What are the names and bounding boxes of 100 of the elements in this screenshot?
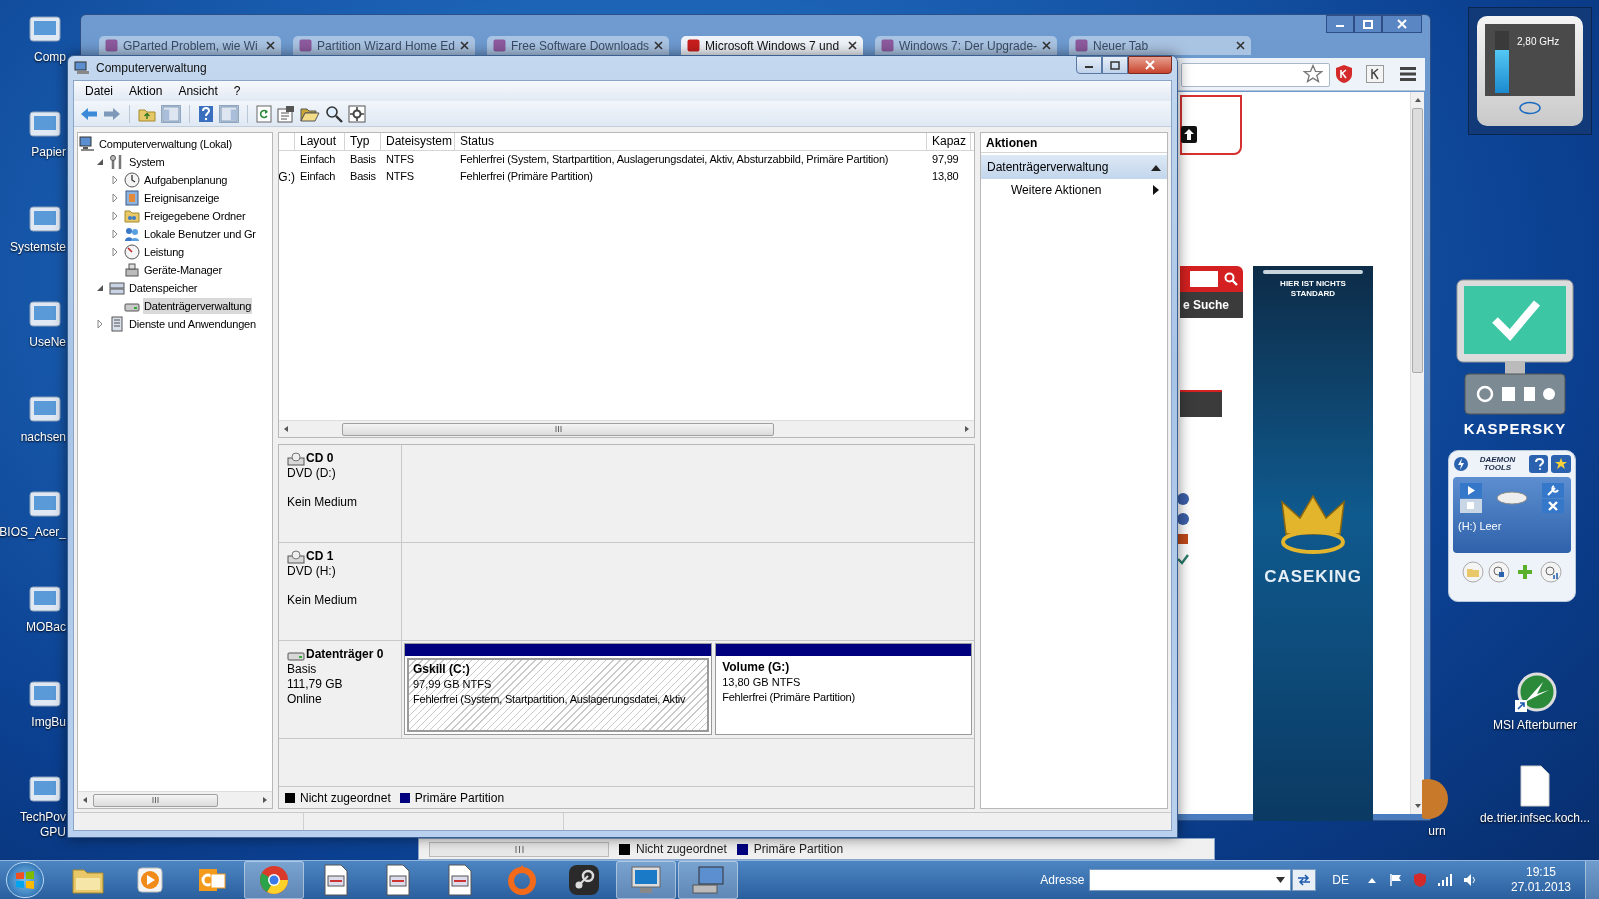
star-icon[interactable] bbox=[1303, 64, 1323, 84]
partition[interactable]: Gskill (C:) 97,99 GB NTFS Fehlerfrei (System, Startpartition, Auslagerungsdatei, Aktiv bbox=[404, 643, 713, 735]
scrollbar-thumb[interactable] bbox=[93, 793, 218, 807]
disc-settings-icon[interactable] bbox=[1540, 561, 1562, 583]
desktop-icon-label: TechPov GPU bbox=[18, 810, 66, 840]
mount-icon[interactable] bbox=[1488, 561, 1510, 583]
action-section-header[interactable]: Datenträgerverwaltung bbox=[981, 155, 1167, 179]
advertisement-banner[interactable]: HIER IST NICHTS STANDARD CASEKING bbox=[1253, 266, 1373, 821]
browser-tab[interactable]: Free Software Downloads bbox=[487, 36, 669, 55]
desktop-icon-label: BIOS_Acer_ bbox=[0, 525, 66, 540]
tree-item[interactable]: Leistung bbox=[143, 244, 185, 260]
action-item[interactable]: Weitere Aktionen bbox=[981, 179, 1167, 201]
tree-item[interactable]: Aufgabenplanung bbox=[143, 172, 229, 188]
panel-toggle-icon[interactable] bbox=[219, 104, 239, 123]
drive-tool-gadget[interactable]: DAEMON TOOLS (H:) Leer bbox=[1448, 450, 1576, 602]
search-icon[interactable] bbox=[1224, 272, 1238, 286]
drive-status: (H:) Leer bbox=[1458, 519, 1503, 534]
browser-tab[interactable]: Microsoft Windows 7 und bbox=[681, 36, 863, 55]
search-field[interactable] bbox=[1190, 271, 1218, 287]
tree-item[interactable]: Dienste und Anwendungen bbox=[128, 316, 257, 332]
disk-type: DVD (D:) bbox=[287, 466, 337, 481]
column-header[interactable]: Typ bbox=[345, 133, 381, 150]
menu-item[interactable]: Ansicht bbox=[171, 82, 225, 100]
restore-button[interactable] bbox=[1102, 56, 1128, 74]
column-header[interactable]: Layout bbox=[295, 133, 345, 150]
partition-status: Fehlerfrei (System, Startpartition, Auslagerungsdatei, Aktiv bbox=[413, 692, 687, 707]
extension-icon[interactable] bbox=[1366, 65, 1384, 83]
help-icon[interactable] bbox=[198, 104, 214, 123]
browser-tab[interactable]: GParted Problem, wie Wi bbox=[99, 36, 281, 55]
disk-type: DVD (H:) bbox=[287, 564, 337, 579]
scrollbar[interactable] bbox=[1410, 92, 1424, 814]
play-icon[interactable] bbox=[1458, 481, 1484, 515]
open-folder-icon[interactable] bbox=[300, 105, 320, 122]
favorites-button[interactable] bbox=[1551, 455, 1571, 473]
address-bar[interactable] bbox=[1181, 63, 1330, 87]
maximize-button[interactable] bbox=[1354, 15, 1382, 33]
menu-item[interactable]: Aktion bbox=[122, 82, 170, 100]
go-button[interactable] bbox=[1292, 869, 1317, 891]
antivirus-gadget[interactable]: KASPERSKY bbox=[1452, 278, 1578, 441]
minimize-button[interactable] bbox=[1076, 56, 1102, 74]
clock-date[interactable]: 27.01.2013 bbox=[1510, 880, 1572, 895]
properties-icon[interactable] bbox=[277, 104, 295, 123]
back-arrow-icon[interactable] bbox=[80, 105, 98, 122]
close-icon bbox=[1397, 19, 1407, 29]
play-icon bbox=[135, 865, 165, 895]
menu-icon[interactable] bbox=[1400, 67, 1416, 81]
panel-toggle-icon[interactable] bbox=[161, 104, 181, 123]
tree-item[interactable]: Lokale Benutzer und Gr bbox=[143, 226, 257, 242]
cpu-meter-gadget[interactable]: 2,80 GHz bbox=[1468, 7, 1592, 135]
browser-tab[interactable]: Neuer Tab bbox=[1069, 36, 1251, 55]
scrollbar[interactable] bbox=[429, 841, 609, 857]
scrollbar-thumb[interactable] bbox=[1412, 108, 1423, 373]
flag-icon[interactable] bbox=[1389, 873, 1403, 887]
browser-tab[interactable]: Windows 7: Der Upgrade- bbox=[875, 36, 1057, 55]
forward-arrow-icon[interactable] bbox=[103, 105, 121, 122]
menu-item[interactable]: Datei bbox=[78, 82, 120, 100]
browser-tab[interactable]: Partition Wizard Home Ed bbox=[293, 36, 475, 55]
computer-icon bbox=[79, 136, 95, 152]
address-field[interactable] bbox=[1089, 869, 1292, 891]
close-icon bbox=[1145, 60, 1155, 70]
scrollbar[interactable] bbox=[78, 791, 272, 808]
close-icon[interactable] bbox=[460, 41, 470, 50]
tree-item[interactable]: Datenträgerverwaltung bbox=[143, 298, 253, 314]
settings-icon[interactable] bbox=[348, 104, 366, 123]
column-header[interactable]: Status bbox=[455, 133, 927, 150]
signal-bars-icon[interactable] bbox=[1437, 874, 1453, 886]
tree-item[interactable]: Computerverwaltung (Lokal) bbox=[98, 136, 233, 152]
tree-item[interactable]: Datenspeicher bbox=[128, 280, 199, 296]
tree-item[interactable]: Ereignisanzeige bbox=[143, 190, 221, 206]
close-icon[interactable] bbox=[848, 41, 857, 50]
partition[interactable]: Volume (G:) 13,80 GB NTFS Fehlerfrei (Primäre Partition) bbox=[715, 643, 972, 735]
column-header[interactable]: Dateisystem bbox=[381, 133, 455, 150]
wrench-icon[interactable] bbox=[1540, 481, 1566, 515]
shield-icon[interactable] bbox=[1335, 64, 1353, 84]
start-button[interactable] bbox=[6, 862, 44, 898]
close-icon[interactable] bbox=[1042, 41, 1052, 50]
disk-size: 111,79 GB bbox=[287, 677, 344, 692]
table-cell-text: Fehlerfrei (Primäre Partition) bbox=[460, 169, 593, 185]
help-button[interactable] bbox=[1528, 455, 1549, 473]
scrollbar-thumb[interactable] bbox=[342, 422, 774, 436]
flame-circle-icon bbox=[1513, 672, 1557, 714]
minimize-button[interactable] bbox=[1326, 15, 1354, 33]
scrollbar[interactable] bbox=[279, 420, 974, 437]
close-button[interactable] bbox=[1382, 15, 1422, 33]
tree-item[interactable]: System bbox=[128, 154, 166, 170]
column-header[interactable]: Kapaz bbox=[927, 133, 971, 150]
tray-expand-icon[interactable] bbox=[1367, 876, 1377, 884]
search-button[interactable]: e Suche bbox=[1180, 292, 1243, 318]
menu-item[interactable]: ? bbox=[226, 82, 248, 100]
close-icon[interactable] bbox=[266, 41, 275, 50]
close-icon[interactable] bbox=[654, 41, 664, 50]
collapse-arrow-icon[interactable] bbox=[1151, 163, 1161, 171]
tree-item[interactable]: Freigegebene Ordner bbox=[143, 208, 247, 224]
close-icon[interactable] bbox=[1236, 41, 1245, 50]
magnifier-icon[interactable] bbox=[325, 104, 343, 123]
tree-item[interactable]: Geräte-Manager bbox=[143, 262, 223, 278]
ad-tagline: HIER IST NICHTS STANDARD bbox=[1279, 279, 1347, 299]
clock-time[interactable]: 19:15 bbox=[1526, 865, 1556, 880]
close-button[interactable] bbox=[1128, 56, 1172, 74]
refresh-icon[interactable] bbox=[256, 104, 272, 123]
